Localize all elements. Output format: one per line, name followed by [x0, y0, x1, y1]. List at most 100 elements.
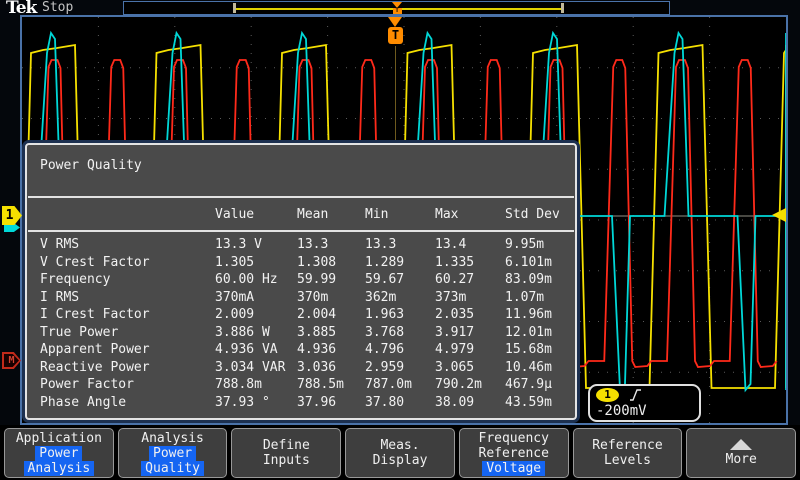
measurement-value: 15.68m [505, 341, 575, 359]
measurement-value: 13.4 [435, 236, 505, 254]
trigger-arrow-icon [388, 17, 402, 27]
measurement-label: I RMS [40, 289, 215, 307]
measurement-label: Power Factor [40, 376, 215, 394]
measurement-value: 362m [365, 289, 435, 307]
menu-button-meas-display[interactable]: Meas.Display [345, 428, 455, 478]
menu-button-line: Application [16, 431, 102, 446]
measurement-value: 787.0m [365, 376, 435, 394]
measurement-value: 11.96m [505, 306, 575, 324]
table-row: Apparent Power4.936 VA4.9364.7964.97915.… [27, 341, 575, 359]
table-row: V RMS13.3 V13.313.313.49.95m [27, 236, 575, 254]
measurement-value: 4.979 [435, 341, 505, 359]
trigger-position-mini-icon: T [390, 2, 404, 15]
table-row: Frequency60.00 Hz59.9959.6760.2783.09m [27, 271, 575, 289]
measurement-value: 1.963 [365, 306, 435, 324]
measurement-value: 6.101m [505, 254, 575, 272]
measurement-rows: V RMS13.3 V13.313.313.49.95mV Crest Fact… [27, 236, 575, 411]
wave-inspector-bar[interactable]: T [123, 1, 670, 15]
panel-title: Power Quality [27, 145, 575, 196]
table-header-row: ValueMeanMinMaxStd Dev [27, 198, 575, 230]
channel1-ground-marker[interactable]: 1 [2, 206, 22, 225]
menu-button-line: More [726, 452, 757, 467]
measurement-value: 370mA [215, 289, 297, 307]
table-row: True Power3.886 W3.8853.7683.91712.01m [27, 324, 575, 342]
table-row: Power Factor788.8m788.5m787.0m790.2m467.… [27, 376, 575, 394]
measurement-label: I Crest Factor [40, 306, 215, 324]
trigger-level-arrow-icon[interactable] [772, 208, 786, 222]
column-header: Min [365, 207, 435, 222]
measurement-label: Apparent Power [40, 341, 215, 359]
trigger-position-flag[interactable]: T [388, 17, 403, 44]
power-quality-panel: Power Quality ValueMeanMinMaxStd Dev V R… [25, 143, 577, 420]
measurement-value: 60.27 [435, 271, 505, 289]
measurement-label: V Crest Factor [40, 254, 215, 272]
math-channel-label: M [4, 354, 19, 367]
measurement-value: 373m [435, 289, 505, 307]
menu-button-line: Define [263, 438, 310, 453]
column-header: Mean [297, 207, 365, 222]
measurement-value: 38.09 [435, 394, 505, 412]
menu-button-line: Reference [592, 438, 662, 453]
table-row: V Crest Factor1.3051.3081.2891.3356.101m [27, 254, 575, 272]
trigger-position-line [395, 46, 396, 143]
measurement-value: 37.80 [365, 394, 435, 412]
measurement-value: 4.936 [297, 341, 365, 359]
measurement-value: 788.8m [215, 376, 297, 394]
menu-button-line: Voltage [482, 461, 545, 476]
measurement-value: 2.035 [435, 306, 505, 324]
rising-edge-icon [629, 388, 642, 402]
measurement-value: 37.93 ° [215, 394, 297, 412]
more-up-arrow-icon [730, 439, 752, 450]
measurement-value: 3.917 [435, 324, 505, 342]
menu-button-line: Power [35, 446, 82, 461]
measurement-value: 3.065 [435, 359, 505, 377]
menu-button-application[interactable]: ApplicationPowerAnalysis [4, 428, 114, 478]
trigger-readout-box: 1 -200mV [588, 384, 701, 422]
measurement-value: 59.99 [297, 271, 365, 289]
menu-button-line: Meas. [380, 438, 419, 453]
measurement-value: 1.305 [215, 254, 297, 272]
menu-button-line: Display [373, 453, 428, 468]
menu-button-define-inputs[interactable]: DefineInputs [231, 428, 341, 478]
measurement-value: 2.009 [215, 306, 297, 324]
measurement-value: 3.768 [365, 324, 435, 342]
math-channel-marker[interactable]: M [2, 352, 21, 369]
trigger-t-icon: T [388, 27, 403, 44]
menu-button-line: Frequency [479, 431, 549, 446]
measurement-value: 13.3 V [215, 236, 297, 254]
measurement-label: Reactive Power [40, 359, 215, 377]
measurement-value: 37.96 [297, 394, 365, 412]
column-header: Value [215, 207, 297, 222]
menu-button-line: Reference [479, 446, 549, 461]
menu-button-reference-levels[interactable]: ReferenceLevels [573, 428, 683, 478]
menu-button-frequency-reference[interactable]: FrequencyReferenceVoltage [459, 428, 569, 478]
column-header: Max [435, 207, 505, 222]
measurement-value: 3.886 W [215, 324, 297, 342]
menu-button-line: Quality [141, 461, 204, 476]
zoom-bracket-right[interactable] [561, 3, 564, 13]
menu-button-line: Analysis [141, 431, 204, 446]
menu-button-line: Inputs [263, 453, 310, 468]
trigger-mini-t-icon: T [393, 8, 402, 14]
measurement-value: 467.9µ [505, 376, 575, 394]
measurement-value: 4.796 [365, 341, 435, 359]
measurement-label: True Power [40, 324, 215, 342]
measurement-label: V RMS [40, 236, 215, 254]
measurement-value: 370m [297, 289, 365, 307]
measurement-value: 1.335 [435, 254, 505, 272]
measurement-value: 1.308 [297, 254, 365, 272]
trigger-level-readout: -200mV [596, 403, 693, 420]
measurement-value: 788.5m [297, 376, 365, 394]
measurement-label: Frequency [40, 271, 215, 289]
menu-button-analysis[interactable]: AnalysisPowerQuality [118, 428, 228, 478]
measurement-label: Phase Angle [40, 394, 215, 412]
table-row: Phase Angle37.93 °37.9637.8038.0943.59m [27, 394, 575, 412]
menu-button-more[interactable]: More [686, 428, 796, 478]
measurement-value: 60.00 Hz [215, 271, 297, 289]
measurement-value: 4.936 VA [215, 341, 297, 359]
zoom-bracket-left[interactable] [233, 3, 236, 13]
menu-button-line: Analysis [24, 461, 95, 476]
measurement-value: 9.95m [505, 236, 575, 254]
measurement-value: 3.885 [297, 324, 365, 342]
measurement-value: 59.67 [365, 271, 435, 289]
